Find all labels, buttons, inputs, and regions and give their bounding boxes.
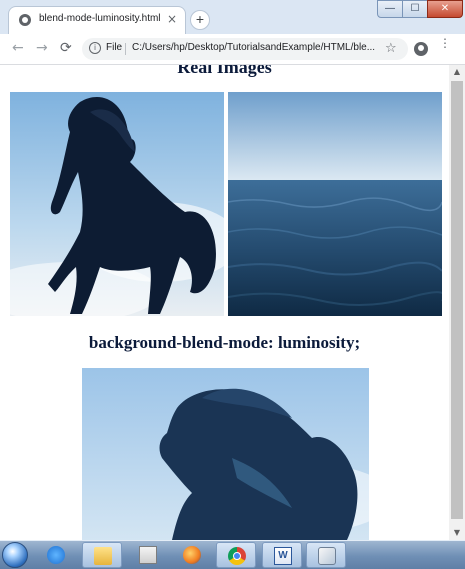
taskbar-item-explorer[interactable]: [82, 542, 122, 568]
profile-avatar-icon[interactable]: [414, 42, 428, 56]
info-icon[interactable]: i: [89, 42, 101, 54]
address-separator: [125, 43, 126, 55]
word-icon: W: [274, 547, 292, 565]
browser-window: blend-mode-luminosity.html × + — ☐ ✕ ← →…: [0, 0, 465, 540]
new-tab-button[interactable]: +: [190, 10, 210, 30]
heading-real-images: Real Images: [177, 65, 272, 77]
reload-icon[interactable]: ⟳: [60, 41, 72, 55]
paint-icon: [318, 547, 336, 565]
page-viewport: Real Images background-blend-mode: lumin…: [0, 65, 449, 540]
heading-blend-mode: background-blend-mode: luminosity;: [88, 333, 361, 352]
firefox-icon: [183, 546, 201, 564]
start-button[interactable]: [2, 542, 28, 568]
address-scheme: File: [106, 42, 123, 53]
tab-title: blend-mode-luminosity.html: [39, 13, 161, 24]
media-player-icon: [139, 546, 157, 564]
sea-image: [228, 92, 442, 316]
bookmark-star-icon[interactable]: ☆: [385, 42, 397, 56]
minimize-button[interactable]: —: [377, 0, 403, 18]
internet-explorer-icon: [47, 546, 65, 564]
taskbar-item-paint[interactable]: [306, 542, 346, 568]
scroll-down-icon[interactable]: ▼: [449, 526, 465, 540]
close-window-button[interactable]: ✕: [427, 0, 463, 18]
chrome-icon: [228, 547, 246, 565]
back-icon[interactable]: ←: [12, 41, 24, 55]
tab-blend-mode-luminosity[interactable]: blend-mode-luminosity.html ×: [8, 6, 186, 34]
tab-strip: blend-mode-luminosity.html × + — ☐ ✕: [0, 0, 465, 34]
tab-close-icon[interactable]: ×: [167, 12, 177, 26]
taskbar-item-chrome[interactable]: [216, 542, 256, 568]
globe-icon: [19, 14, 31, 26]
taskbar-item-media-player[interactable]: [128, 542, 168, 568]
blended-image: [82, 368, 369, 540]
horse-image: [10, 92, 224, 316]
forward-icon[interactable]: →: [36, 41, 48, 55]
maximize-button[interactable]: ☐: [402, 0, 428, 18]
taskbar-item-internet-explorer[interactable]: [36, 542, 76, 568]
windows-taskbar: W: [0, 540, 465, 569]
address-url[interactable]: C:/Users/hp/Desktop/TutorialsandExample/…: [132, 42, 375, 53]
scroll-up-icon[interactable]: ▲: [449, 65, 465, 79]
folder-icon: [94, 547, 112, 565]
browser-toolbar: ← → ⟳ i File C:/Users/hp/Desktop/Tutoria…: [0, 34, 465, 65]
scroll-thumb[interactable]: [451, 81, 463, 519]
vertical-scrollbar[interactable]: ▲ ▼: [449, 65, 465, 540]
menu-icon[interactable]: ⋮: [439, 37, 451, 49]
address-bar[interactable]: i File C:/Users/hp/Desktop/TutorialsandE…: [82, 38, 408, 60]
taskbar-item-word[interactable]: W: [262, 542, 302, 568]
taskbar-item-firefox[interactable]: [172, 542, 212, 568]
